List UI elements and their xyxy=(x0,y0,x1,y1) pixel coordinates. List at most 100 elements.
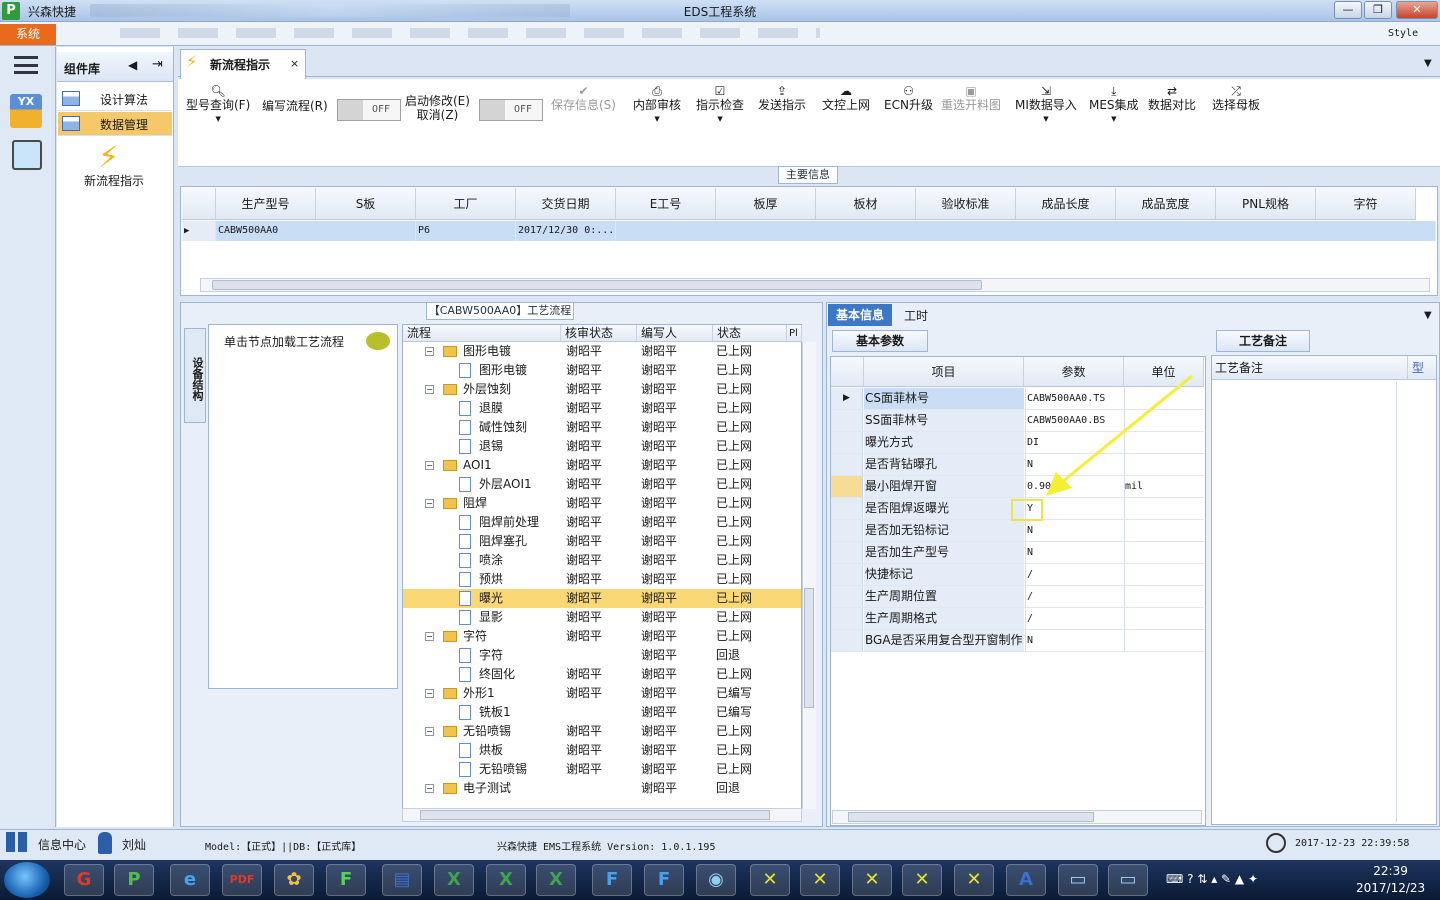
table-row[interactable]: 喷涂 谢昭平 谢昭平 已上网 xyxy=(403,551,801,570)
taskbar-app-icon[interactable]: F xyxy=(644,864,684,896)
speech-bubble-icon[interactable] xyxy=(366,332,390,350)
excel-icon[interactable]: X xyxy=(486,864,526,896)
param-value[interactable]: N xyxy=(1025,630,1123,651)
tab-work-hours[interactable]: 工时 xyxy=(904,307,928,324)
internal-review-button[interactable]: ⎙ 内部审核 ▼ xyxy=(633,84,681,126)
table-row[interactable]: 退膜 谢昭平 谢昭平 已上网 xyxy=(403,399,801,418)
table-row[interactable]: 碱性蚀刻 谢昭平 谢昭平 已上网 xyxy=(403,418,801,437)
table-row[interactable]: − 外形1 谢昭平 谢昭平 已编写 xyxy=(403,684,801,703)
taskbar-app-icon[interactable]: ✕ xyxy=(852,864,892,896)
table-row[interactable]: − 字符 谢昭平 谢昭平 已上网 xyxy=(403,627,801,646)
edit-flow-button[interactable]: 编写流程(R) xyxy=(262,99,328,113)
param-value[interactable]: / xyxy=(1025,608,1123,629)
table-row[interactable]: − 外层蚀刻 谢昭平 谢昭平 已上网 xyxy=(403,380,801,399)
excel-icon[interactable]: X xyxy=(536,864,576,896)
tab-basic-info[interactable]: 基本信息 xyxy=(828,304,892,326)
table-row[interactable]: 字符 谢昭平 回退 xyxy=(403,646,801,665)
sidebar-item-data-management[interactable]: 数据管理 xyxy=(58,112,172,136)
save-info-button[interactable]: ✔ 保存信息(S) xyxy=(551,84,616,112)
param-value[interactable]: / xyxy=(1025,586,1123,607)
column-header[interactable]: 核审状态 xyxy=(561,325,637,342)
table-row[interactable]: 生产周期格式 / xyxy=(831,608,1204,630)
table-row[interactable]: BGA是否采用复合型开窗制作 N xyxy=(831,630,1204,652)
vertical-scrollbar[interactable] xyxy=(802,342,816,809)
tray-icons[interactable]: ⌨ ? ⇅ ▴ ✎ ▲ ✦ xyxy=(1166,872,1258,886)
table-row-remainder[interactable] xyxy=(616,221,1436,241)
send-instruction-button[interactable]: ⇪ 发送指示 xyxy=(758,84,806,112)
collapse-icon[interactable]: − xyxy=(425,689,434,698)
sidebar-item-design-algorithm[interactable]: 设计算法 xyxy=(58,87,172,111)
table-cell-delivery[interactable]: 2017/12/30 0:... xyxy=(516,221,616,241)
floppy-icon[interactable]: ▤ xyxy=(382,864,422,896)
param-value[interactable]: N xyxy=(1025,542,1123,563)
column-header[interactable]: 成品宽度 xyxy=(1116,188,1216,220)
scrollbar-thumb[interactable] xyxy=(420,810,770,820)
column-header[interactable]: 项目 xyxy=(864,357,1024,387)
column-header[interactable]: 板材 xyxy=(816,188,916,220)
select-master-button[interactable]: ⤮ 选择母板 xyxy=(1212,84,1260,112)
collapse-icon[interactable]: − xyxy=(425,784,434,793)
mes-integration-button[interactable]: ⤓ MES集成 ▼ xyxy=(1089,84,1139,126)
taskbar-app-icon[interactable]: ✕ xyxy=(954,864,994,896)
tray-clock[interactable]: 22:39 2017/12/23 xyxy=(1356,863,1425,897)
grid-icon[interactable] xyxy=(6,832,28,852)
reselect-cut-drawing-button[interactable]: ▣ 重选开料图 xyxy=(941,84,1001,112)
table-row[interactable]: − 无铅喷锡 谢昭平 谢昭平 已上网 xyxy=(403,722,801,741)
taskbar-app-icon[interactable]: F xyxy=(592,864,632,896)
column-header[interactable]: 型 xyxy=(1408,356,1436,380)
new-flow-launcher-label[interactable]: 新流程指示 xyxy=(84,172,144,189)
tab-close-icon[interactable]: × xyxy=(290,57,299,70)
data-compare-button[interactable]: ⇄ 数据对比 xyxy=(1148,84,1196,112)
column-header[interactable]: 编写人 xyxy=(637,325,713,342)
column-header[interactable]: E工号 xyxy=(616,188,716,220)
table-row[interactable]: 退锡 谢昭平 谢昭平 已上网 xyxy=(403,437,801,456)
scrollbar-thumb[interactable] xyxy=(212,280,982,290)
shell-icon[interactable]: ✿ xyxy=(274,864,314,896)
table-row[interactable]: − AOI1 谢昭平 谢昭平 已上网 xyxy=(403,456,801,475)
table-row[interactable]: 外层AOI1 谢昭平 谢昭平 已上网 xyxy=(403,475,801,494)
start-modify-button[interactable]: 启动修改(E) 取消(Z) xyxy=(405,94,470,122)
table-row[interactable]: 终固化 谢昭平 谢昭平 已上网 xyxy=(403,665,801,684)
table-row[interactable]: 阻焊塞孔 谢昭平 谢昭平 已上网 xyxy=(403,532,801,551)
taskbar-app-icon[interactable]: P xyxy=(114,864,154,896)
table-row[interactable]: 阻焊前处理 谢昭平 谢昭平 已上网 xyxy=(403,513,801,532)
word-icon[interactable]: A xyxy=(1006,864,1046,896)
column-header[interactable]: Pl xyxy=(787,325,802,342)
column-header[interactable]: 状态 xyxy=(713,325,787,342)
column-header[interactable]: 工厂 xyxy=(416,188,516,220)
collapse-icon[interactable]: − xyxy=(425,632,434,641)
column-header[interactable]: PNL规格 xyxy=(1216,188,1316,220)
scrollbar-thumb[interactable] xyxy=(848,812,1094,822)
table-row[interactable]: 快捷标记 / xyxy=(831,564,1204,586)
maximize-button[interactable]: ❐ xyxy=(1364,1,1392,19)
edit-flow-toggle[interactable]: OFF xyxy=(337,99,401,121)
table-row[interactable]: 曝光 谢昭平 谢昭平 已上网 xyxy=(403,589,801,608)
table-row[interactable]: 图形电镀 谢昭平 谢昭平 已上网 xyxy=(403,361,801,380)
collapse-icon[interactable]: − xyxy=(425,727,434,736)
table-row[interactable]: 铣板1 谢昭平 已编写 xyxy=(403,703,801,722)
table-row[interactable]: 预烘 谢昭平 谢昭平 已上网 xyxy=(403,570,801,589)
start-button-icon[interactable] xyxy=(4,862,50,898)
system-menu[interactable]: 系统 xyxy=(0,24,56,45)
taskbar-app-icon[interactable]: ✕ xyxy=(750,864,790,896)
param-value[interactable]: N xyxy=(1025,520,1123,541)
pin-icon[interactable]: ⇥ xyxy=(152,57,163,72)
yx-factory-icon[interactable]: YX xyxy=(10,94,42,128)
pdf-icon[interactable]: PDF xyxy=(222,864,262,896)
lightning-icon[interactable]: ⚡ xyxy=(98,140,119,175)
column-header[interactable]: 交货日期 xyxy=(516,188,616,220)
chevron-down-icon[interactable]: ▼ xyxy=(1424,310,1432,321)
table-cell-factory[interactable]: P6 xyxy=(416,221,516,241)
collapse-left-icon[interactable]: ◀ xyxy=(128,58,137,72)
scrollbar-thumb[interactable] xyxy=(804,588,814,708)
tab-process-notes[interactable]: 工艺备注 xyxy=(1216,330,1310,352)
doc-upload-button[interactable]: ☁ 文控上网 xyxy=(822,84,870,112)
table-row[interactable]: 是否加无铅标记 N xyxy=(831,520,1204,542)
style-menu[interactable]: Style xyxy=(1388,28,1418,39)
vertical-scrollbar[interactable] xyxy=(1396,382,1408,822)
taskbar-app-icon[interactable]: ✕ xyxy=(800,864,840,896)
tab-label[interactable]: 新流程指示 xyxy=(210,56,270,73)
table-row[interactable]: − 电子测试 谢昭平 回退 xyxy=(403,779,801,798)
column-header[interactable]: 板厚 xyxy=(716,188,816,220)
taskbar-app-icon[interactable]: ✕ xyxy=(902,864,942,896)
